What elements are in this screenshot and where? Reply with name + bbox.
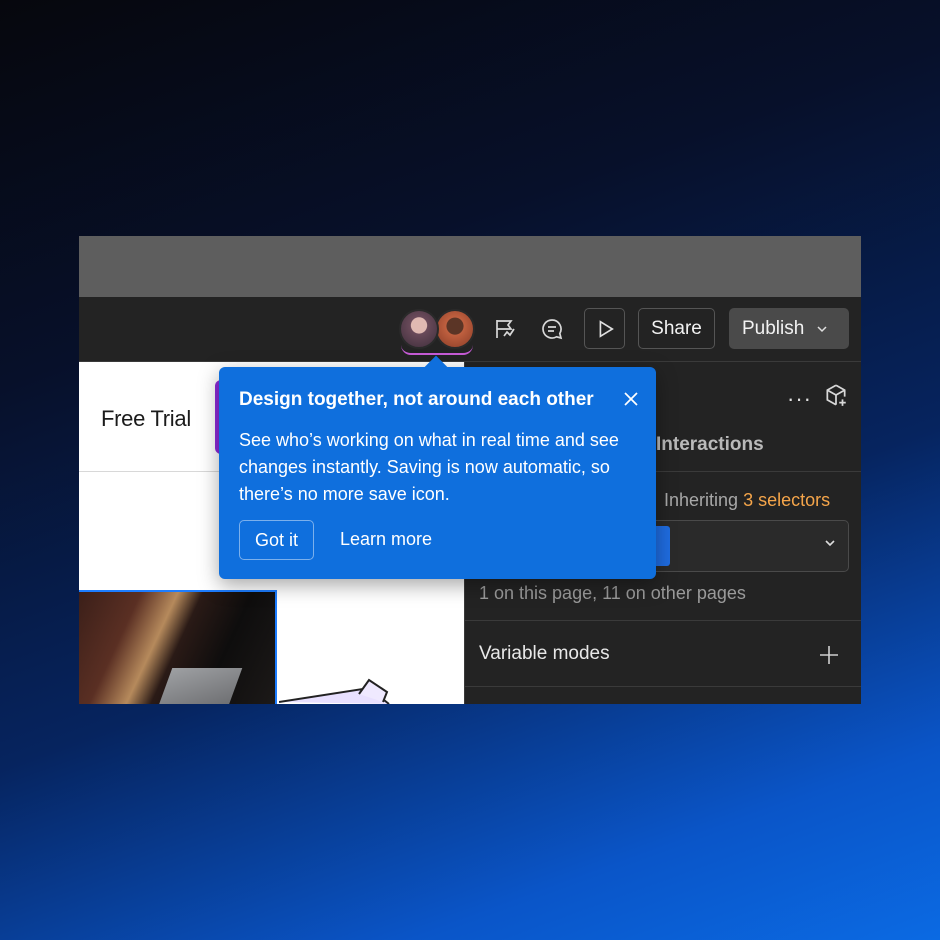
approval-icon[interactable] <box>489 313 521 345</box>
more-options-icon[interactable]: ··· <box>787 386 812 412</box>
envelope-illustration <box>279 678 390 704</box>
free-trial-link[interactable]: Free Trial <box>101 406 191 432</box>
laptop-image-detail <box>157 668 243 704</box>
tooltip-title: Design together, not around each other <box>239 389 594 410</box>
chevron-down-icon <box>817 325 827 332</box>
inheriting-prefix: Inheriting <box>664 490 739 510</box>
publish-button[interactable]: Publish <box>729 308 849 349</box>
tab-interactions[interactable]: Interactions <box>656 434 764 456</box>
inheriting-label: Inheriting 3 selectors <box>664 490 830 511</box>
inheriting-selectors-link[interactable]: 3 selectors <box>743 490 830 510</box>
add-component-icon[interactable] <box>823 382 849 408</box>
collaborator-avatar[interactable] <box>399 309 439 349</box>
divider <box>465 686 861 687</box>
play-icon <box>599 319 614 338</box>
onboarding-tooltip: Design together, not around each other S… <box>219 355 656 579</box>
usage-count: 1 on this page, 11 on other pages <box>479 583 746 603</box>
divider <box>465 620 861 621</box>
got-it-button[interactable]: Got it <box>239 520 314 560</box>
tooltip-body: See who’s working on what in real time a… <box>239 430 619 504</box>
comment-icon[interactable] <box>536 313 568 345</box>
share-button[interactable]: Share <box>638 308 715 349</box>
title-bar <box>79 236 861 297</box>
app-window: Share Publish Free Trial ··· Interaction… <box>79 236 861 704</box>
learn-more-link[interactable]: Learn more <box>340 529 432 550</box>
plus-icon[interactable] <box>819 645 839 665</box>
variable-modes-label: Variable modes <box>479 643 610 664</box>
collaborator-avatar[interactable] <box>435 309 475 349</box>
close-icon[interactable] <box>621 389 641 409</box>
selected-image[interactable] <box>79 590 277 704</box>
publish-label: Publish <box>742 317 805 339</box>
chevron-down-icon <box>825 540 835 547</box>
top-toolbar: Share Publish <box>79 297 861 362</box>
preview-button[interactable] <box>584 308 625 349</box>
